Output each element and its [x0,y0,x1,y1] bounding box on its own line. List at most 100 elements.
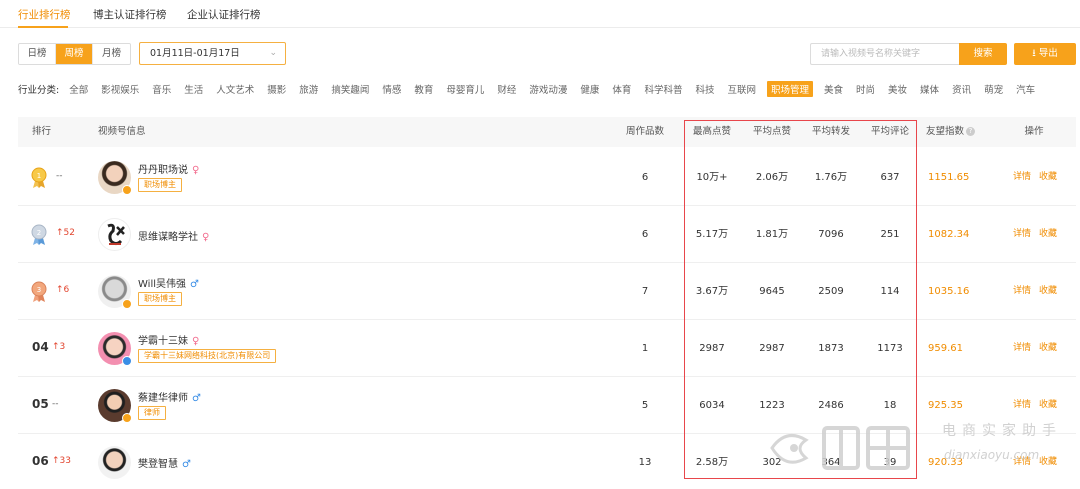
category-item[interactable]: 互联网 [725,81,758,97]
category-item[interactable]: 萌宠 [982,81,1005,97]
silver-medal-icon: 2 [31,224,47,245]
avg-comments: 251 [880,229,900,240]
svg-text:2: 2 [37,229,41,237]
category-item[interactable]: 汽车 [1014,81,1037,97]
category-item[interactable]: 音乐 [150,81,173,97]
avatar[interactable] [98,218,131,251]
header-avg-comments: 平均评论 [870,126,909,137]
header-action: 操作 [1024,126,1044,137]
weekly-works: 1 [641,343,649,354]
score: 1151.65 [928,172,970,183]
daily-button[interactable]: 日榜 [19,44,56,64]
avg-shares: 1.76万 [814,172,848,183]
header-account-info: 视频号信息 [98,126,146,137]
tab-blogger-ranking[interactable]: 博主认证排行榜 [93,7,167,22]
account-name[interactable]: Will吴伟强 ♂ [138,275,199,290]
weekly-works: 5 [641,400,649,411]
category-item[interactable]: 资讯 [950,81,973,97]
weekly-works: 6 [641,172,649,183]
table-row: 04 ↑3 学霸十三妹 ♀ 学霸十三妹网络科技(北京)有限公司 1 2987 29… [18,320,1076,377]
category-item[interactable]: 美食 [822,81,845,97]
favorite-link[interactable]: 收藏 [1039,149,1057,206]
category-item[interactable]: 财经 [495,81,518,97]
avg-comments: 637 [880,172,900,183]
export-label: 导出 [1038,48,1058,59]
favorite-link[interactable]: 收藏 [1039,377,1057,434]
category-item[interactable]: 时尚 [854,81,877,97]
avg-shares: 1873 [818,343,844,354]
favorite-link[interactable]: 收藏 [1039,320,1057,377]
account-tag: 律师 [138,406,166,420]
detail-link[interactable]: 详情 [1013,149,1031,206]
category-item[interactable]: 科学科普 [642,81,684,97]
avg-likes: 9645 [759,286,785,297]
category-label: 行业分类: [18,85,60,96]
rank-trend: ↑52 [56,228,75,238]
header-score: 友望指数? [926,117,976,147]
weekly-button[interactable]: 周榜 [56,44,93,64]
table-row: 3 ↑6 Will吴伟强 ♂ 职场博主 7 3.67万 9645 2509 114… [18,263,1076,320]
avg-comments: 18 [883,400,897,411]
account-name[interactable]: 思维谋略学社 ♀ [138,228,209,243]
category-item[interactable]: 体育 [610,81,633,97]
detail-link[interactable]: 详情 [1013,320,1031,377]
category-item[interactable]: 健康 [578,81,601,97]
avg-shares: 2509 [818,286,844,297]
tab-enterprise-ranking[interactable]: 企业认证排行榜 [187,7,261,22]
category-item[interactable]: 情感 [380,81,403,97]
detail-link[interactable]: 详情 [1013,377,1031,434]
account-name[interactable]: 丹丹职场说 ♀ [138,161,199,176]
category-item[interactable]: 美妆 [886,81,909,97]
account-name[interactable]: 樊登智慧 ♂ [138,455,191,470]
rank-number: 06 [32,454,49,468]
category-item[interactable]: 游戏动漫 [527,81,569,97]
favorite-link[interactable]: 收藏 [1039,263,1057,320]
detail-link[interactable]: 详情 [1013,206,1031,263]
tab-industry-ranking[interactable]: 行业排行榜 [18,7,71,22]
verified-badge-icon [122,356,132,366]
female-icon: ♀ [202,232,210,243]
category-item[interactable]: 旅游 [297,81,320,97]
avatar[interactable] [98,446,131,479]
category-item-active[interactable]: 职场管理 [766,81,813,97]
verified-badge-icon [122,299,132,309]
category-filter: 行业分类: 全部 影视娱乐 音乐 生活 人文艺术 摄影 旅游 搞笑趣闻 情感 教… [18,81,1046,97]
active-tab-indicator [18,26,68,28]
search-button[interactable]: 搜索 [959,43,1007,65]
export-button[interactable]: ⭳ 导出 [1014,43,1076,65]
category-item[interactable]: 搞笑趣闻 [329,81,371,97]
category-item[interactable]: 母婴育儿 [444,81,486,97]
category-item[interactable]: 生活 [182,81,205,97]
category-item[interactable]: 影视娱乐 [99,81,141,97]
detail-link[interactable]: 详情 [1013,263,1031,320]
avg-shares: 7096 [818,229,844,240]
account-name[interactable]: 蔡建华律师 ♂ [138,389,201,404]
max-likes: 2.58万 [695,457,729,468]
account-name[interactable]: 学霸十三妹 ♀ [138,332,199,347]
ranking-tabs: 行业排行榜 博主认证排行榜 企业认证排行榜 [0,0,1080,28]
detail-link[interactable]: 详情 [1013,434,1031,489]
header-avg-likes: 平均点赞 [752,126,791,137]
table-header: 排行 视频号信息 周作品数 最高点赞 平均点赞 平均转发 平均评论 友望指数? … [18,117,1076,147]
category-item[interactable]: 人文艺术 [214,81,256,97]
info-icon[interactable]: ? [966,127,976,136]
score: 959.61 [928,343,963,354]
monthly-button[interactable]: 月榜 [93,44,130,64]
account-tag: 学霸十三妹网络科技(北京)有限公司 [138,349,277,363]
max-likes: 5.17万 [695,229,729,240]
score: 920.33 [928,457,963,468]
category-item[interactable]: 摄影 [265,81,288,97]
category-item[interactable]: 媒体 [918,81,941,97]
category-item[interactable]: 教育 [412,81,435,97]
category-item[interactable]: 全部 [67,81,90,97]
download-icon: ⭳ [1032,48,1036,59]
favorite-link[interactable]: 收藏 [1039,206,1057,263]
date-range-select[interactable]: 01月11日-01月17日 ⌄ [139,42,286,65]
search-input[interactable]: 请输入视频号名称关键字 [810,43,959,65]
category-item[interactable]: 科技 [693,81,716,97]
female-icon: ♀ [192,165,200,176]
gold-medal-icon: 1 [31,167,47,188]
date-range-value: 01月11日-01月17日 [150,48,240,59]
favorite-link[interactable]: 收藏 [1039,434,1057,489]
avg-comments: 39 [883,457,897,468]
